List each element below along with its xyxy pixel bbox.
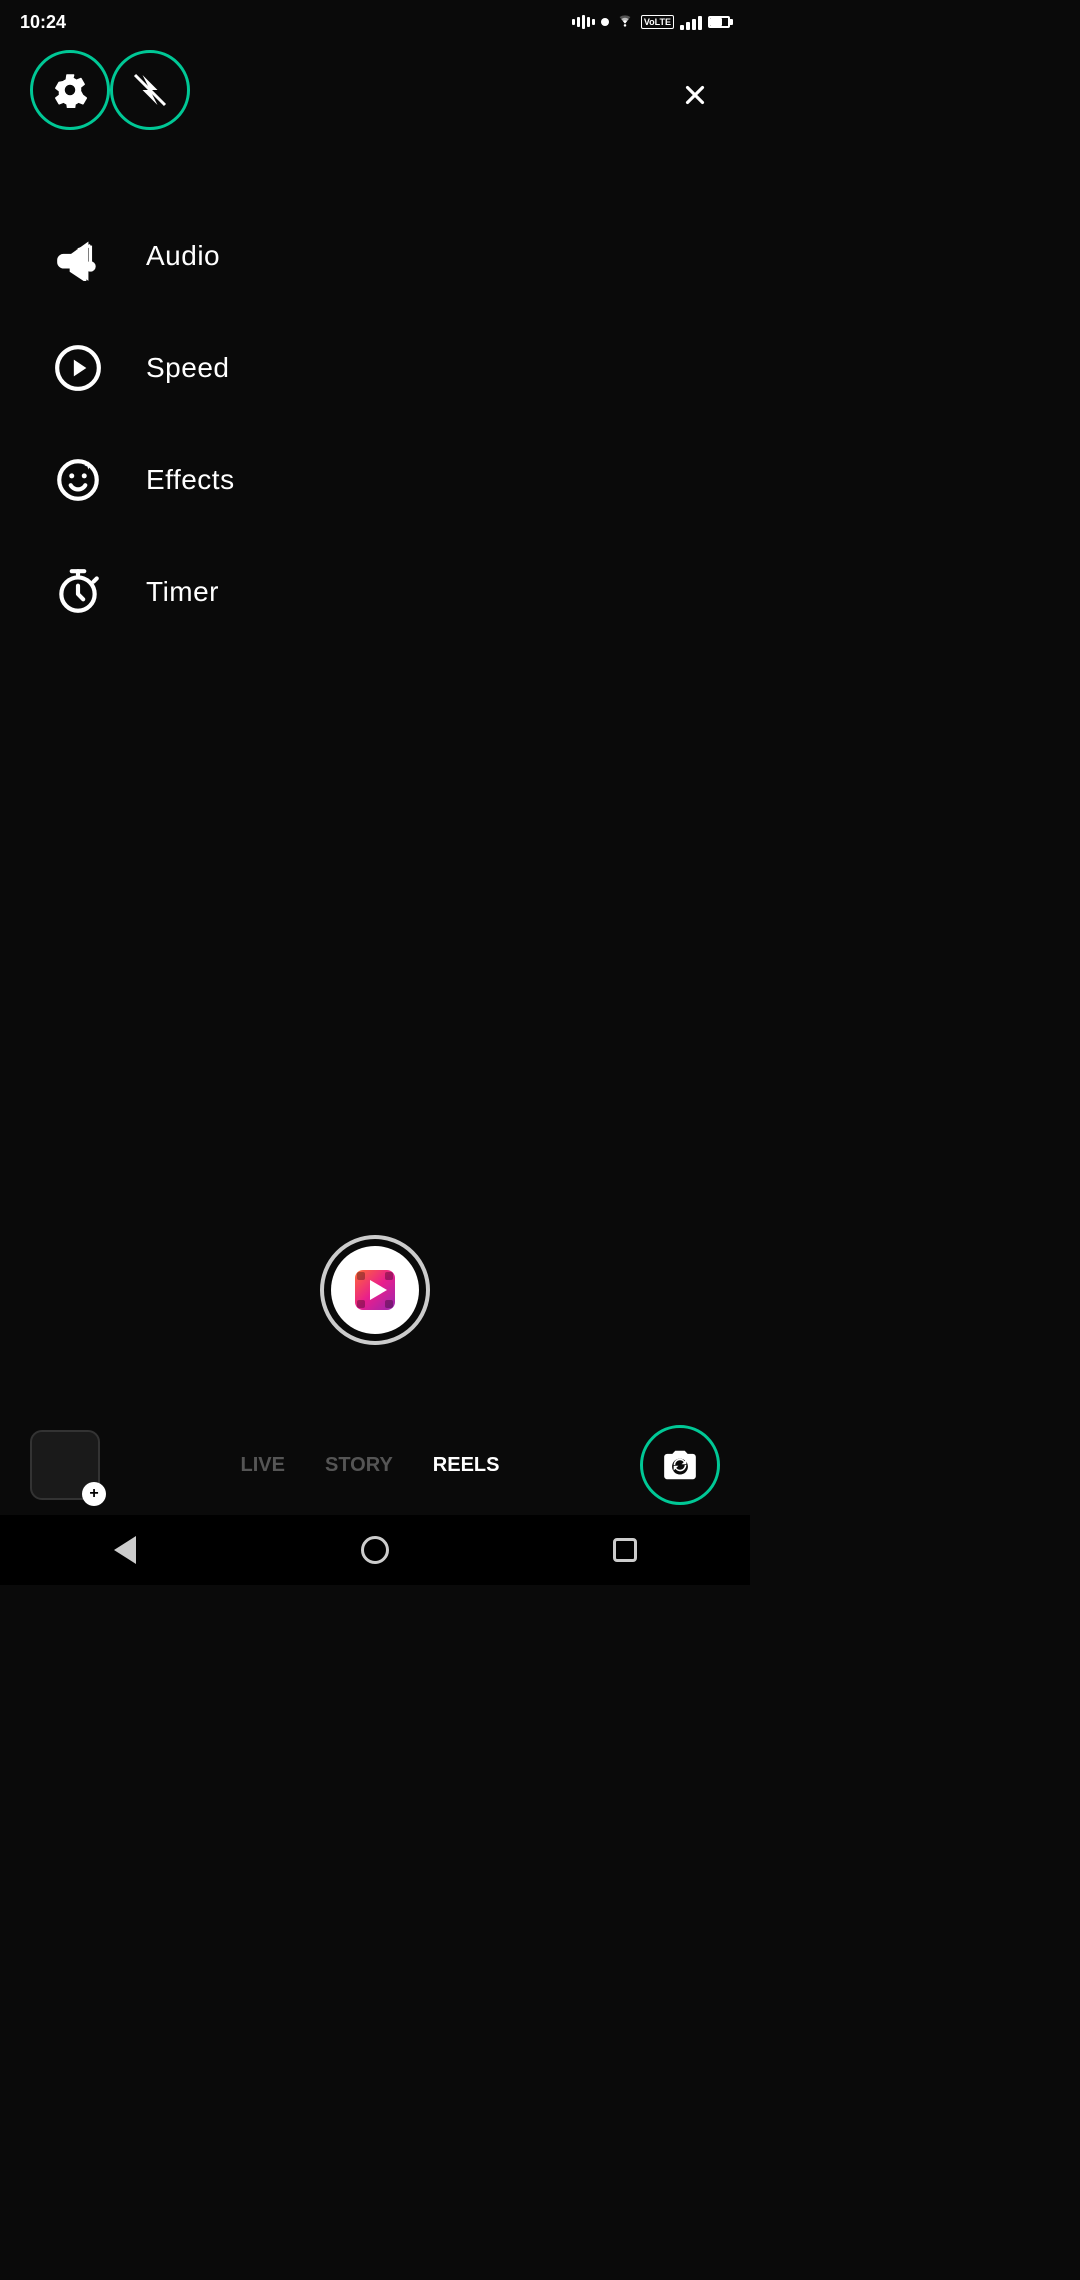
timer-icon	[50, 564, 106, 620]
timer-menu-item[interactable]: Timer	[50, 536, 750, 648]
tab-reels[interactable]: REELS	[433, 1454, 500, 1477]
bottom-nav: + LIVE STORY REELS	[0, 1425, 750, 1505]
gear-icon	[52, 72, 88, 108]
signal-icon	[680, 14, 702, 30]
sound-icon	[572, 15, 595, 29]
timer-label: Timer	[146, 576, 219, 608]
effects-icon	[50, 452, 106, 508]
effects-menu-item[interactable]: Effects	[50, 424, 750, 536]
flip-camera-button[interactable]	[640, 1425, 720, 1505]
wifi-icon	[615, 12, 635, 32]
battery-icon	[708, 16, 730, 28]
status-icons: VoLTE	[572, 12, 730, 32]
nav-tabs: LIVE STORY REELS	[241, 1454, 500, 1477]
audio-menu-item[interactable]: Audio	[50, 200, 750, 312]
close-button[interactable]	[670, 70, 720, 120]
flash-off-button[interactable]	[110, 50, 190, 130]
status-bar: 10:24 VoLTE	[0, 0, 750, 40]
home-icon	[361, 1536, 389, 1564]
menu-section: Audio Speed Effects	[0, 140, 750, 648]
back-icon	[114, 1536, 136, 1564]
settings-button[interactable]	[30, 50, 110, 130]
status-time: 10:24	[20, 12, 66, 33]
tab-live[interactable]: LIVE	[241, 1454, 285, 1477]
back-button[interactable]	[105, 1530, 145, 1570]
speed-menu-item[interactable]: Speed	[50, 312, 750, 424]
gallery-add-icon: +	[82, 1482, 106, 1506]
volte-badge: VoLTE	[641, 15, 674, 29]
notification-dot	[601, 18, 609, 26]
speed-label: Speed	[146, 352, 229, 384]
speed-icon	[50, 340, 106, 396]
recent-icon	[613, 1538, 637, 1562]
flash-off-icon	[132, 72, 168, 108]
system-nav-bar	[0, 1515, 750, 1585]
record-button-inner	[331, 1246, 419, 1334]
recent-apps-button[interactable]	[605, 1530, 645, 1570]
effects-label: Effects	[146, 464, 235, 496]
reels-logo	[349, 1264, 401, 1316]
record-area	[320, 1235, 430, 1345]
home-button[interactable]	[355, 1530, 395, 1570]
close-icon	[680, 80, 710, 110]
audio-label: Audio	[146, 240, 220, 272]
tab-story[interactable]: STORY	[325, 1454, 393, 1477]
record-button[interactable]	[320, 1235, 430, 1345]
gallery-thumbnail[interactable]: +	[30, 1430, 100, 1500]
top-controls	[0, 40, 750, 140]
flip-camera-icon	[661, 1446, 699, 1484]
audio-icon	[50, 228, 106, 284]
